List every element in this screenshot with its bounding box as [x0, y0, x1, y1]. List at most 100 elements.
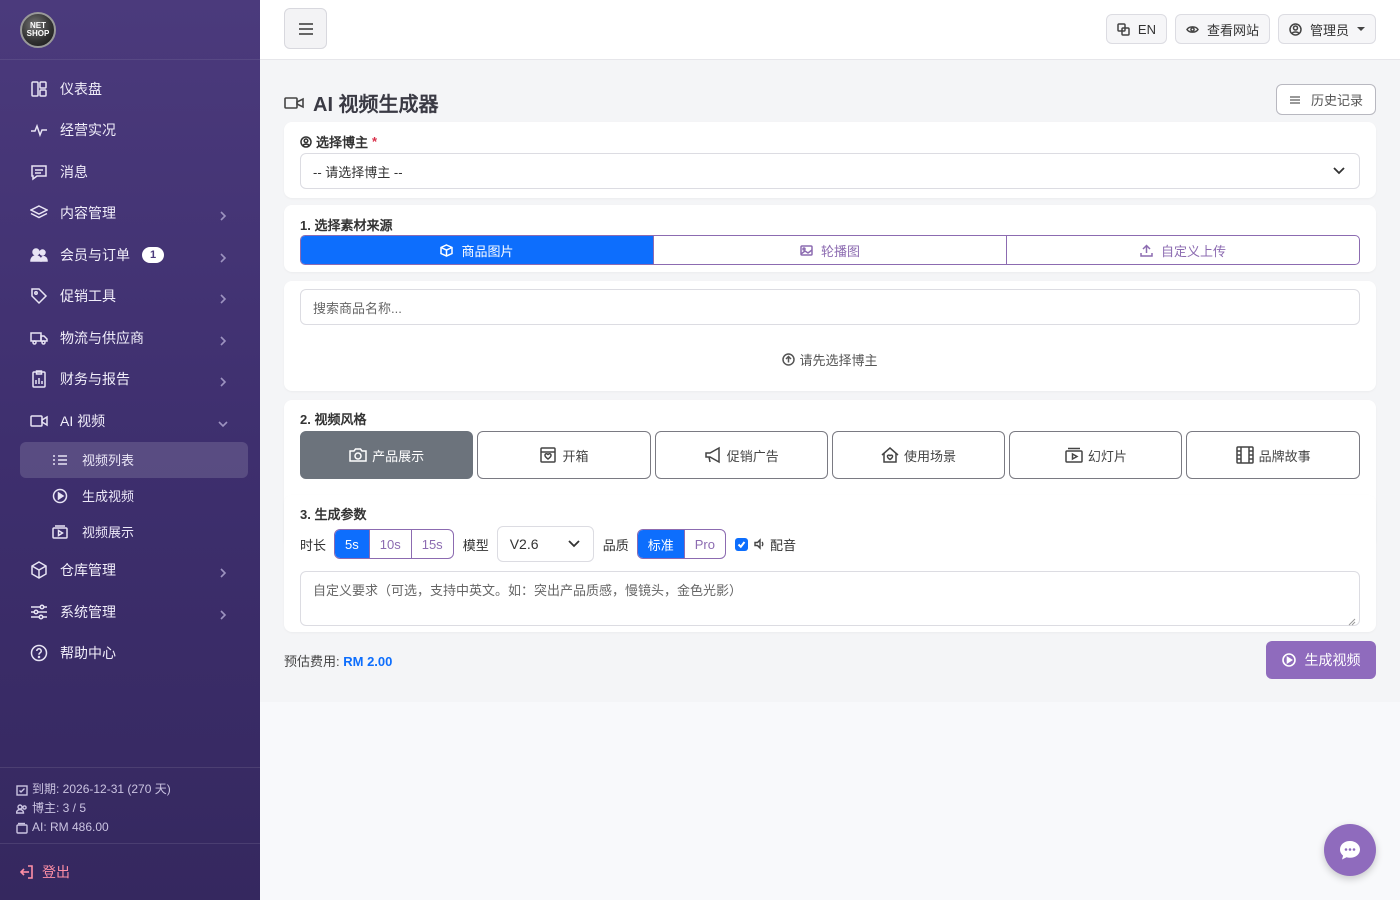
truck-icon [30, 329, 48, 347]
select-blogger-hint: 请先选择博主 [284, 350, 1376, 369]
expiry-row: 到期: 2026-12-31 (270 天) [16, 780, 244, 799]
sidebar-item-warehouse[interactable]: 仓库管理 [0, 550, 260, 592]
product-card: 搜索商品名称... 请先选择博主 [284, 281, 1376, 391]
report-icon [30, 370, 48, 388]
sidebar-item-ai-video[interactable]: AI 视频 [0, 400, 260, 442]
style-option-label: 幻灯片 [1087, 448, 1127, 464]
language-button[interactable]: EN [1105, 14, 1167, 44]
volume-icon [754, 538, 766, 550]
sidebar-item-messages[interactable]: 消息 [0, 151, 260, 193]
sidebar-subitem-label: 生成视频 [82, 489, 135, 504]
sidebar-item-label: 帮助中心 [60, 645, 116, 662]
sidebar-item-system[interactable]: 系统管理 [0, 591, 260, 633]
duration-option-5s[interactable]: 5s [335, 530, 369, 558]
product-search-input[interactable]: 搜索商品名称... [300, 289, 1360, 325]
logo[interactable]: NET SHOP [20, 11, 56, 48]
sidebar-item-label: 经营实况 [60, 122, 116, 139]
generate-video-label: 生成视频 [1304, 652, 1361, 668]
duration-toggle: 5s 10s 15s [334, 529, 454, 559]
sidebar-item-logistics[interactable]: 物流与供应商 [0, 317, 260, 359]
list-icon [52, 452, 68, 468]
style-option-product-showcase[interactable]: 产品展示 [300, 431, 474, 479]
sidebar-subitem-generate-video[interactable]: 生成视频 [20, 478, 248, 514]
sidebar-subitem-label: 视频展示 [82, 525, 135, 540]
duration-option-15s[interactable]: 15s [410, 530, 453, 558]
chevron-down-icon [568, 540, 580, 548]
sidebar-subitem-label: 视频列表 [82, 453, 135, 468]
style-option-unboxing[interactable]: 开箱 [477, 431, 651, 479]
style-option-promo-ad[interactable]: 促销广告 [654, 431, 828, 479]
film-play-icon [52, 524, 68, 540]
select-blogger-hint-text: 请先选择博主 [799, 353, 878, 368]
sidebar-item-live[interactable]: 经营实况 [0, 110, 260, 152]
chevron-right-icon [218, 607, 228, 620]
source-option-label: 自定义上传 [1160, 243, 1226, 259]
video-camera-icon [30, 412, 48, 430]
pulse-icon [30, 121, 48, 139]
page-title: AI 视频生成器 [284, 88, 439, 117]
sidebar-item-finance[interactable]: 财务与报告 [0, 359, 260, 401]
sidebar-item-content[interactable]: 内容管理 [0, 193, 260, 235]
style-option-label: 品牌故事 [1258, 448, 1311, 464]
style-option-brand-story[interactable]: 品牌故事 [1186, 431, 1360, 479]
sidebar-nav-lower: 仓库管理 系统管理 帮助中心 [0, 550, 260, 675]
blogger-label-text: 选择博主 [316, 135, 369, 150]
sidebar-item-dashboard[interactable]: 仪表盘 [0, 68, 260, 110]
model-select[interactable]: V2.6 [496, 526, 594, 562]
people-icon [16, 803, 27, 814]
play-circle-icon [52, 488, 68, 504]
model-select-value: V2.6 [509, 536, 539, 552]
sidebar-item-members-orders[interactable]: 会员与订单 1 [0, 234, 260, 276]
cube-icon [440, 243, 454, 257]
chat-widget-button[interactable] [1324, 824, 1376, 876]
blogger-select[interactable]: -- 请选择博主 -- [300, 153, 1360, 189]
admin-menu-button[interactable]: 管理员 [1277, 14, 1376, 44]
quality-label: 品质 [602, 537, 629, 553]
history-label: 历史记录 [1310, 93, 1363, 108]
sidebar-subitem-video-showcase[interactable]: 视频展示 [20, 514, 248, 550]
source-option-label: 轮播图 [820, 243, 860, 259]
sidebar-item-promotions[interactable]: 促销工具 [0, 276, 260, 318]
sidebar-item-help[interactable]: 帮助中心 [0, 633, 260, 675]
chevron-down-icon [218, 416, 228, 427]
eye-icon [1186, 25, 1199, 33]
source-label-text: 1. 选择素材来源 [300, 218, 393, 233]
style-option-label: 使用场景 [904, 448, 957, 464]
duration-option-10s[interactable]: 10s [368, 530, 411, 558]
source-option-custom-upload[interactable]: 自定义上传 [1006, 236, 1359, 264]
required-marker: * [372, 134, 378, 149]
chevron-right-icon [218, 333, 228, 346]
generate-video-button[interactable]: 生成视频 [1266, 641, 1376, 679]
topbar-actions: EN 查看网站 管理员 [1105, 14, 1376, 44]
voiceover-checkbox[interactable] [734, 537, 748, 551]
ai-video-submenu: 视频列表 生成视频 视频展示 [0, 441, 260, 550]
source-option-product-images[interactable]: 商品图片 [301, 236, 653, 264]
history-button[interactable]: 历史记录 [1275, 84, 1376, 115]
logout-button[interactable]: 登出 [0, 843, 260, 900]
dashboard-icon [30, 80, 48, 98]
quality-option-pro[interactable]: Pro [683, 530, 725, 558]
caret-down-icon [1357, 27, 1365, 31]
quality-toggle: 标准 Pro [636, 529, 726, 559]
view-site-button[interactable]: 查看网站 [1174, 14, 1270, 44]
style-options: 产品展示 开箱 促销广告 使用场景 幻灯片 品牌故事 [300, 431, 1360, 479]
custom-requirements-textarea[interactable]: 自定义要求（可选，支持中英文。如：突出产品质感，慢镜头，金色光影） [300, 571, 1360, 626]
menu-toggle-button[interactable] [284, 8, 327, 49]
source-option-carousel[interactable]: 轮播图 [653, 236, 1006, 264]
message-icon [30, 163, 48, 181]
admin-label: 管理员 [1309, 22, 1349, 38]
chevron-right-icon [218, 208, 228, 221]
chat-bubble-icon [1340, 841, 1360, 860]
style-option-slideshow[interactable]: 幻灯片 [1009, 431, 1183, 479]
quality-option-standard[interactable]: 标准 [637, 530, 684, 558]
sidebar-subitem-video-list[interactable]: 视频列表 [20, 441, 248, 478]
style-option-usage-scene[interactable]: 使用场景 [831, 431, 1006, 479]
estimated-cost: 预估费用: RM 2.00 [284, 651, 392, 670]
chevron-right-icon [218, 250, 228, 263]
topbar: EN 查看网站 管理员 [260, 0, 1400, 60]
help-icon [30, 644, 48, 662]
image-icon [800, 244, 813, 256]
wallet-icon [16, 822, 28, 834]
sidebar-item-label: 财务与报告 [60, 371, 130, 388]
resize-handle-icon[interactable] [1348, 614, 1356, 626]
